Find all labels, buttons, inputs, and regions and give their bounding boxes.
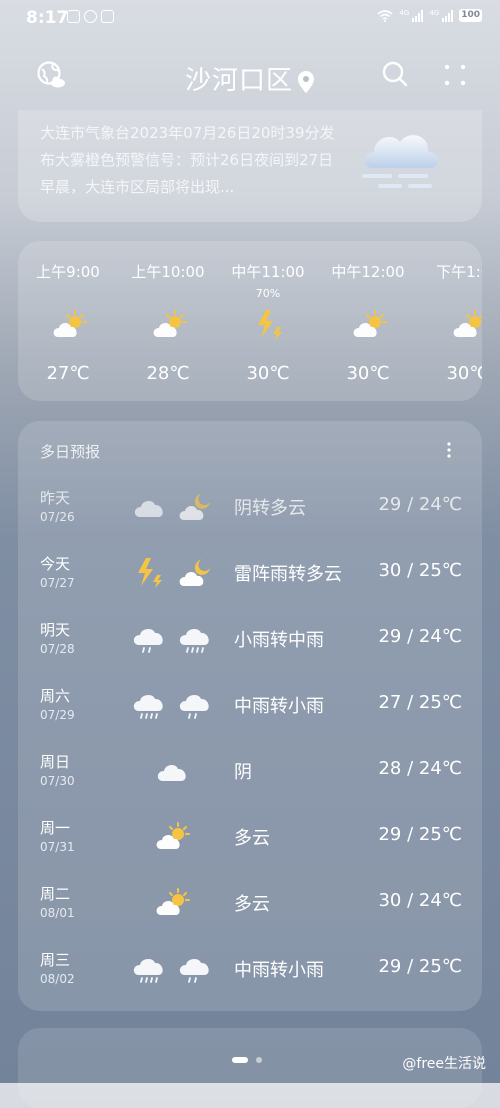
moderate-rain-icon [178,621,214,657]
daily-description: 多云 [234,828,270,849]
nfc-icon [101,10,114,23]
daily-temp-range: 27 / 25℃ [378,692,462,713]
light-rain-icon [132,621,168,657]
daily-date: 07/28 [40,642,75,656]
daily-day: 周六 [40,687,71,705]
hourly-temperature: 30℃ [446,363,482,384]
daily-date: 07/29 [40,708,75,722]
daily-temp-range: 30 / 24℃ [378,890,462,911]
moderate-rain-icon [132,951,168,987]
hourly-time: 中午12:00 [331,263,405,281]
daily-day: 周一 [40,819,71,837]
daily-more-icon[interactable] [446,441,452,459]
watermark: @free生活说 [402,1056,486,1072]
daily-date: 07/26 [40,510,75,524]
daily-description: 阴 [234,762,252,783]
partly-cloudy-icon [352,307,388,343]
daily-date: 08/01 [40,906,75,920]
daily-row[interactable]: 周六 07/29 中雨转小雨 27 / 25℃ [18,677,482,743]
status-right: 4G 4G 100 [377,9,482,22]
daily-description: 小雨转中雨 [234,630,324,651]
daily-description: 中雨转小雨 [234,696,324,717]
daily-day: 明天 [40,621,71,639]
signal-icon [412,9,424,22]
partly-cloudy-icon [452,307,482,343]
hourly-temperature: 27℃ [46,363,90,384]
daily-date: 07/31 [40,840,75,854]
daily-date: 08/02 [40,972,75,986]
daily-row[interactable]: 周日 07/30 阴 28 / 24℃ [18,743,482,809]
network-type-label: 4G [399,9,410,17]
shield-notification-icon [67,10,80,23]
page-dot-active [232,1057,248,1063]
thunder-icon [132,555,168,591]
notification-icons [67,10,114,23]
light-rain-icon [178,687,214,723]
status-time: 8:17 [26,8,69,28]
alert-text: 大连市气象台2023年07月26日20时39分发布大雾橙色预警信号：预计26日夜… [40,124,335,196]
city-name[interactable]: 沙河口区 [185,66,293,96]
daily-temp-range: 29 / 25℃ [378,956,462,977]
location-pin-icon [298,70,314,93]
fog-cloud-icon [362,135,439,188]
daily-day: 周二 [40,885,71,903]
wifi-icon [377,9,393,22]
app-notification-icon [84,10,97,23]
network-type-label-2: 4G [429,9,440,17]
status-bar: 8:17 4G 4G 100 [0,0,500,34]
partly-cloudy-icon [155,819,191,855]
daily-row[interactable]: 周一 07/31 多云 29 / 25℃ [18,809,482,875]
daily-description: 多云 [234,894,270,915]
hourly-precip-probability: 70% [255,287,281,300]
daily-temp-range: 30 / 25℃ [378,560,462,581]
daily-temp-range: 29 / 25℃ [378,824,462,845]
daily-description: 雷阵雨转多云 [234,564,342,585]
cloudy-night-icon [178,489,214,525]
daily-forecast-title: 多日预报 [40,443,101,461]
daily-row[interactable]: 昨天 07/26 阴转多云 29 / 24℃ [18,479,482,545]
daily-row[interactable]: 周二 08/01 多云 30 / 24℃ [18,875,482,941]
partly-cloudy-icon [52,307,88,343]
hourly-temperature: 30℃ [246,363,290,384]
thunder-icon [252,307,288,343]
daily-day: 周日 [40,753,71,771]
city-title[interactable]: 沙河口区 [0,60,500,97]
hourly-time: 上午9:00 [36,263,100,281]
weather-alert-card[interactable]: 大连市气象台2023年07月26日20时39分发布大雾橙色预警信号：预计26日夜… [18,110,482,222]
daily-row[interactable]: 明天 07/28 小雨转中雨 29 / 24℃ [18,611,482,677]
daily-row[interactable]: 今天 07/27 雷阵雨转多云 30 / 25℃ [18,545,482,611]
daily-row[interactable]: 周三 08/02 中雨转小雨 29 / 25℃ [18,941,482,1007]
cloudy-icon [155,753,191,789]
light-rain-icon [178,951,214,987]
moderate-rain-icon [132,687,168,723]
search-icon[interactable] [381,60,409,88]
daily-date: 07/30 [40,774,75,788]
battery-indicator: 100 [459,9,482,22]
hourly-time: 中午11:00 [231,263,305,281]
daily-temp-range: 28 / 24℃ [378,758,462,779]
daily-day: 昨天 [40,489,71,507]
partly-cloudy-icon [155,885,191,921]
app-header: 沙河口区 [0,52,500,100]
partly-cloudy-icon [152,307,188,343]
daily-forecast-card: 多日预报 昨天 07/26 阴转多云 29 / 24℃ 今天 07/27 雷阵雨转多云 30 … [18,421,482,1011]
hourly-forecast-card[interactable]: 上午9:00 27℃ 上午10:00 28℃ 中午11:00 70% 30℃ 中午12:00 3… [18,241,482,401]
hourly-temperature: 30℃ [346,363,390,384]
daily-description: 阴转多云 [234,498,306,519]
daily-temp-range: 29 / 24℃ [378,626,462,647]
daily-day: 周三 [40,951,71,969]
hourly-time: 下午1:00 [436,263,482,281]
more-icon[interactable] [443,63,467,87]
hourly-temperature: 28℃ [146,363,190,384]
signal-icon-2 [442,9,454,22]
daily-temp-range: 29 / 24℃ [378,494,462,515]
cloudy-night-icon [178,555,214,591]
daily-day: 今天 [40,555,71,573]
page-indicator [232,1057,262,1063]
page-dot [256,1057,262,1063]
daily-description: 中雨转小雨 [234,960,324,981]
hourly-time: 上午10:00 [131,263,205,281]
daily-date: 07/27 [40,576,75,590]
cloudy-icon [132,489,168,525]
